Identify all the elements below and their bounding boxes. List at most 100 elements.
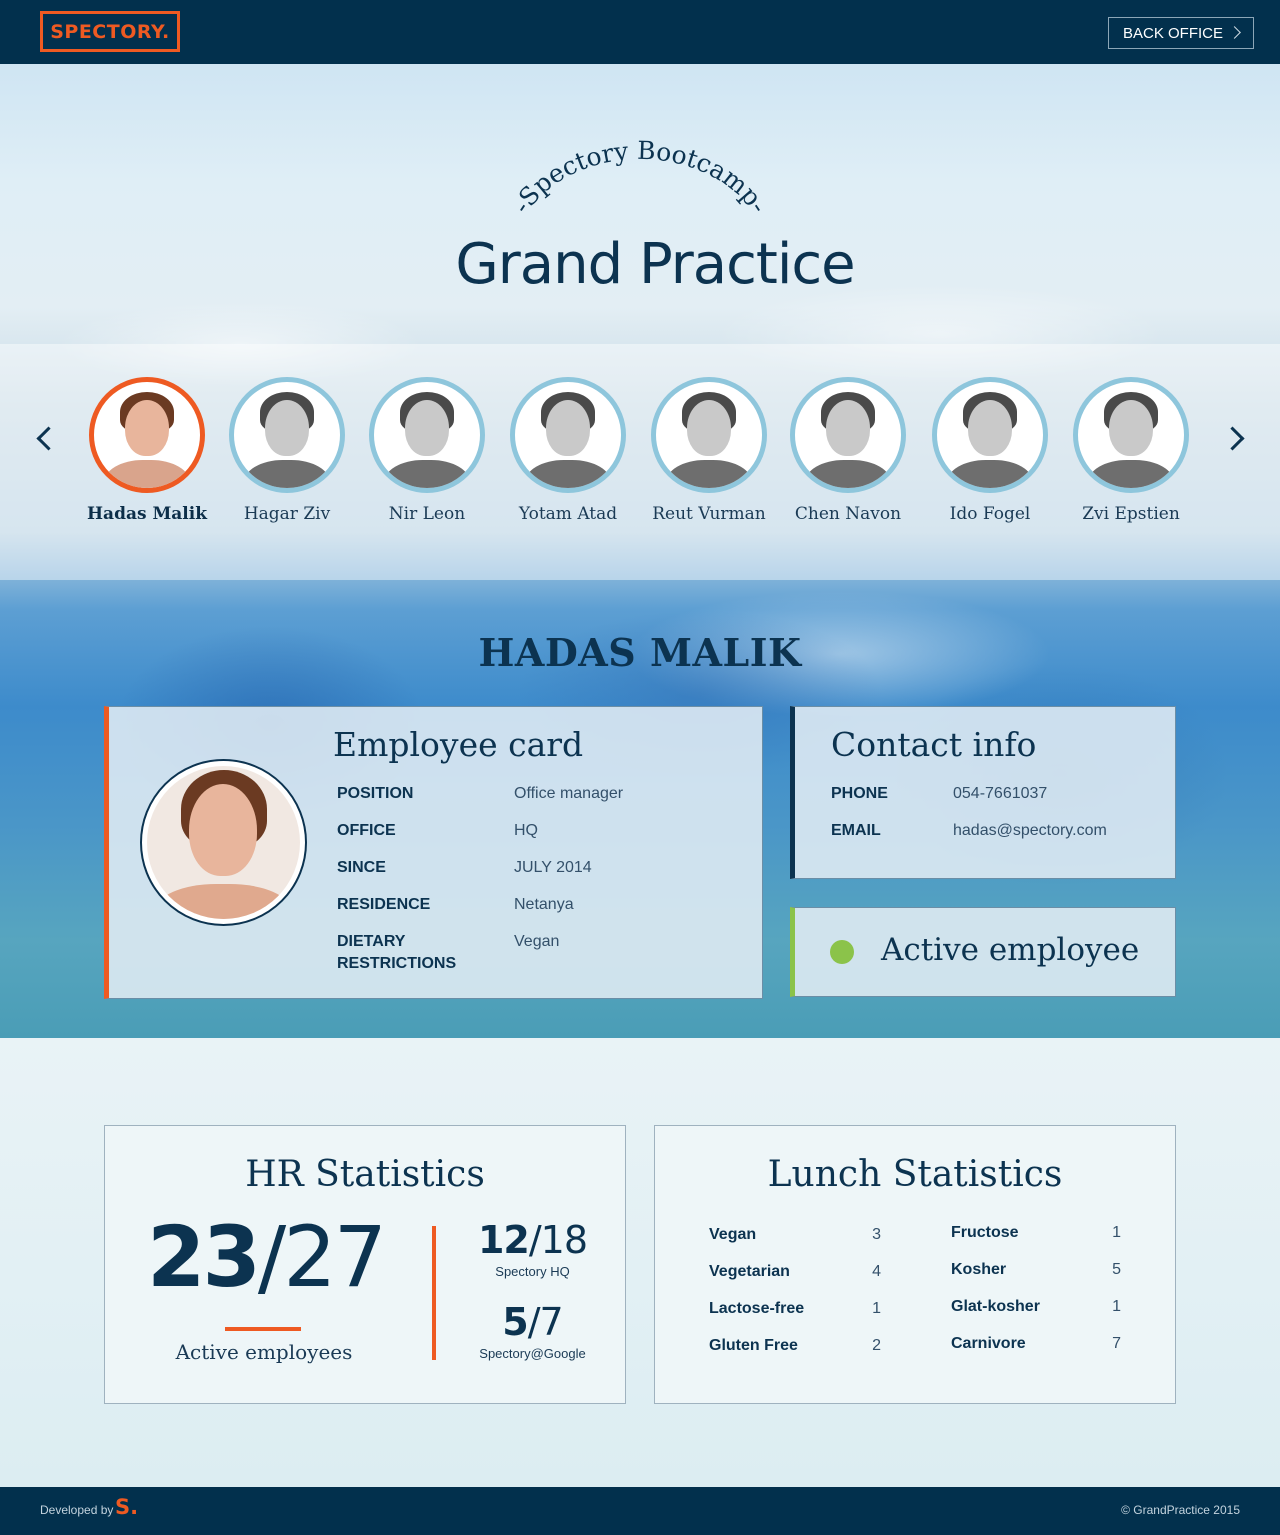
lunch-stat-row: Vegan 3 xyxy=(709,1226,881,1244)
lunch-count: 2 xyxy=(872,1337,881,1354)
footer: Developed by S. © GrandPractice 2015 xyxy=(0,1487,1280,1535)
hr-active-count: 23 xyxy=(147,1208,261,1306)
office-label: Spectory@Google xyxy=(479,1346,586,1361)
chevron-right-icon xyxy=(1228,26,1241,39)
lunch-label: Vegetarian xyxy=(709,1263,790,1280)
person-item[interactable]: Chen Navon xyxy=(778,377,918,547)
avatar xyxy=(89,377,205,493)
office-label: Spectory HQ xyxy=(495,1264,570,1279)
lunch-label: Lactose-free xyxy=(709,1300,805,1317)
office-total-count: /7 xyxy=(527,1300,564,1344)
bootcamp-subtitle: -Spectory Bootcamp- xyxy=(507,136,774,219)
statistics-section: HR Statistics 23/27 Active employees 12/… xyxy=(0,1038,1280,1487)
avatar xyxy=(790,377,906,493)
hr-underline xyxy=(225,1327,301,1331)
employee-photo xyxy=(140,759,307,926)
back-office-button[interactable]: BACK OFFICE xyxy=(1108,17,1254,49)
lunch-stat-row: Kosher 5 xyxy=(951,1261,1121,1279)
lunch-statistics-card: Lunch Statistics Vegan 3 Vegetarian 4 Lactos… xyxy=(654,1125,1176,1404)
spectory-s-logo[interactable]: S. xyxy=(115,1495,138,1519)
lunch-stat-row: Lactose-free 1 xyxy=(709,1300,881,1318)
avatar xyxy=(369,377,485,493)
lunch-label: Vegan xyxy=(709,1226,757,1243)
lunch-stat-row: Fructose 1 xyxy=(951,1224,1121,1242)
lunch-label: Gluten Free xyxy=(709,1337,798,1354)
lunch-statistics-title: Lunch Statistics xyxy=(767,1154,1063,1195)
lunch-stat-row: Carnivore 7 xyxy=(951,1335,1121,1353)
field-label: RESIDENCE xyxy=(337,896,431,913)
person-name: Reut Vurman xyxy=(652,504,766,524)
lunch-count: 1 xyxy=(1112,1298,1121,1315)
person-item[interactable]: Ido Fogel xyxy=(920,377,1060,547)
status-card: Active employee xyxy=(790,907,1176,997)
office-stat-google: 5/7 Spectory@Google xyxy=(445,1300,620,1361)
copyright-text: © GrandPractice 2015 xyxy=(1121,1503,1240,1517)
avatar xyxy=(651,377,767,493)
field-value: Vegan xyxy=(514,933,560,950)
people-carousel: Hadas Malik Hagar Ziv Nir Leon Yotam Atad Re… xyxy=(0,344,1280,580)
hr-statistics-title: HR Statistics xyxy=(245,1154,485,1195)
back-office-label: BACK OFFICE xyxy=(1123,24,1224,42)
developed-by-text: Developed by xyxy=(40,1503,114,1517)
field-label: SINCE xyxy=(337,859,386,876)
avatar xyxy=(229,377,345,493)
person-name: Zvi Epstien xyxy=(1082,504,1180,524)
person-item[interactable]: Hagar Ziv xyxy=(217,377,357,547)
lunch-stat-row: Glat-kosher 1 xyxy=(951,1298,1121,1316)
person-item[interactable]: Nir Leon xyxy=(357,377,497,547)
carousel-prev-arrow-icon[interactable] xyxy=(28,424,58,454)
office-active-count: 12 xyxy=(477,1218,530,1262)
employee-card: Employee card POSITION Office manager OFFI… xyxy=(104,706,763,999)
office-total-count: /18 xyxy=(528,1218,588,1262)
lunch-label: Kosher xyxy=(951,1261,1007,1278)
lunch-count: 5 xyxy=(1112,1261,1121,1278)
lunch-stat-row: Gluten Free 2 xyxy=(709,1337,881,1355)
field-value: HQ xyxy=(514,822,538,839)
spectory-logo[interactable]: SPECTORY. xyxy=(40,11,180,52)
hero-section: -Spectory Bootcamp- Grand Practice Hadas… xyxy=(0,64,1280,1038)
status-label: Active employee xyxy=(881,932,1140,968)
person-item[interactable]: Reut Vurman xyxy=(639,377,779,547)
person-item[interactable]: Zvi Epstien xyxy=(1061,377,1201,547)
avatar xyxy=(510,377,626,493)
field-value[interactable]: hadas@spectory.com xyxy=(953,820,1107,842)
person-name: Hadas Malik xyxy=(87,504,207,524)
person-name: Yotam Atad xyxy=(518,504,618,524)
person-name: Hagar Ziv xyxy=(243,504,331,524)
hr-divider xyxy=(432,1226,436,1360)
person-name: Ido Fogel xyxy=(949,504,1031,524)
person-item[interactable]: Yotam Atad xyxy=(498,377,638,547)
office-stat-hq: 12/18 Spectory HQ xyxy=(445,1218,620,1279)
lunch-label: Glat-kosher xyxy=(951,1298,1040,1315)
field-label: OFFICE xyxy=(337,822,396,839)
lunch-stat-row: Vegetarian 4 xyxy=(709,1263,881,1281)
field-value: Netanya xyxy=(514,896,574,913)
lunch-count: 1 xyxy=(872,1300,881,1317)
person-name: Chen Navon xyxy=(794,504,902,524)
lunch-count: 7 xyxy=(1112,1335,1121,1352)
lunch-label: Carnivore xyxy=(951,1335,1026,1352)
lunch-label: Fructose xyxy=(951,1224,1019,1241)
lunch-count: 4 xyxy=(872,1263,881,1280)
person-item[interactable]: Hadas Malik xyxy=(77,377,217,547)
field-label: POSITION xyxy=(337,785,414,802)
avatar xyxy=(1073,377,1189,493)
office-active-count: 5 xyxy=(502,1300,528,1344)
contact-card: Contact info PHONE 054-7661037 EMAIL hadas@… xyxy=(790,706,1176,879)
field-value: Office manager xyxy=(514,785,624,802)
carousel-next-arrow-icon[interactable] xyxy=(1222,424,1252,454)
lunch-count: 1 xyxy=(1112,1224,1121,1241)
top-bar: SPECTORY. BACK OFFICE xyxy=(0,0,1280,64)
avatar xyxy=(932,377,1048,493)
hr-caption: Active employees xyxy=(175,1340,353,1364)
field-value: JULY 2014 xyxy=(514,859,592,876)
person-name: Nir Leon xyxy=(388,504,466,524)
status-dot-icon xyxy=(830,940,854,964)
lunch-count: 3 xyxy=(872,1226,881,1243)
svg-text:-Spectory Bootcamp-: -Spectory Bootcamp- xyxy=(507,136,774,219)
hr-active-total: 23/27 xyxy=(147,1208,387,1306)
employee-name: HADAS MALIK xyxy=(478,630,802,675)
field-value: 054-7661037 xyxy=(953,785,1048,802)
page-title: Grand Practice xyxy=(455,232,855,297)
hr-statistics-card: HR Statistics 23/27 Active employees 12/… xyxy=(104,1125,626,1404)
